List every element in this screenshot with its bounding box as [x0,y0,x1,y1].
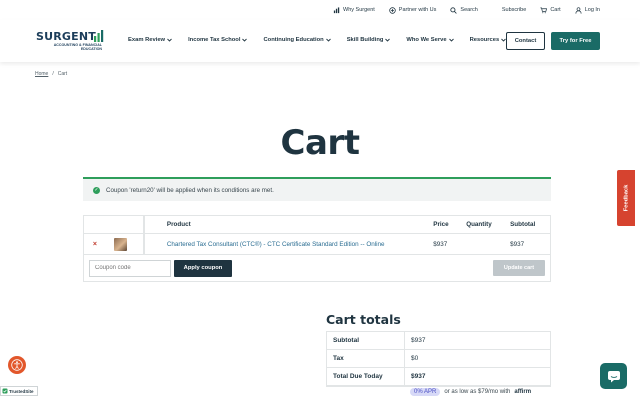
product-name-link[interactable]: Chartered Tax Consultant (CTC®) - CTC Ce… [167,241,385,248]
user-icon [575,6,582,14]
affirm-logo: affirm [514,389,532,395]
feedback-label: Feedback [623,184,629,212]
cart-actions-row: Apply coupon Update cart [84,255,550,281]
nav-exam-review[interactable]: Exam Review [128,37,172,43]
feedback-tab[interactable]: Feedback [617,170,635,226]
header-product: Product [143,216,433,233]
header-price: Price [433,221,449,228]
totals-row-total-due: Total Due Today $937 [327,368,550,386]
chevron-down-icon [242,38,248,42]
cart-link[interactable]: Cart [540,7,561,14]
affirm-apr-badge: 0% APR [410,388,441,396]
nav-resources[interactable]: Resources [470,37,507,43]
nav-income-tax-school[interactable]: Income Tax School [188,37,248,43]
shield-check-icon [2,388,8,394]
breadcrumb-current: Cart [57,71,68,77]
chat-bubble-icon [607,370,620,382]
nav-who-we-serve[interactable]: Who We Serve [406,37,454,43]
partner-link[interactable]: Partner with Us [389,6,436,14]
apply-coupon-button[interactable]: Apply coupon [174,259,232,277]
search-link[interactable]: Search [450,6,478,14]
logo-bars-icon [94,30,104,42]
main-nav: Exam Review Income Tax School Continuing… [128,37,507,43]
breadcrumb-separator: / [52,71,54,77]
trustedsite-badge[interactable]: TrustedSite [0,386,38,396]
subscribe-link[interactable]: Subscribe [502,7,526,13]
try-for-free-button[interactable]: Try for Free [551,32,600,50]
cart-totals-table: Subtotal $937 Tax $0 Total Due Today $93… [326,331,551,387]
contact-button[interactable]: Contact [506,32,545,50]
cart-icon [540,7,548,13]
accessibility-button[interactable] [8,356,26,374]
chevron-down-icon [325,38,331,42]
logo-tagline: ACCOUNTING & FINANCIAL EDUCATION [53,43,102,51]
utility-bar: Why Surgent Partner with Us Search Subsc… [0,0,640,20]
bar-chart-icon [333,6,340,13]
totals-row-tax: Tax $0 [327,350,550,368]
nav-skill-building[interactable]: Skill Building [347,37,391,43]
accessibility-icon [11,359,23,371]
chat-button[interactable] [600,363,627,389]
nav-continuing-education[interactable]: Continuing Education [263,37,331,43]
remove-item-button[interactable]: × [93,241,97,248]
check-circle-icon: ✓ [93,186,100,194]
table-header-row: Product Price Quantity Subtotal [84,216,550,234]
table-row: × Chartered Tax Consultant (CTC®) - CTC … [84,234,550,255]
plus-circle-icon [389,6,396,14]
chevron-down-icon [385,38,391,42]
cart-totals-title: Cart totals [326,312,401,327]
main-header: SURGENT ACCOUNTING & FINANCIAL EDUCATION… [0,20,640,62]
surgent-logo[interactable]: SURGENT ACCOUNTING & FINANCIAL EDUCATION [36,30,106,54]
product-thumbnail[interactable] [113,237,127,251]
cart-table: Product Price Quantity Subtotal × Charte… [83,215,551,282]
item-price: $937 [433,240,448,248]
chevron-down-icon [448,38,454,42]
totals-row-subtotal: Subtotal $937 [327,332,550,350]
chevron-down-icon [167,38,172,42]
header-subtotal: Subtotal [510,221,536,228]
item-subtotal: $937 [510,240,525,248]
coupon-code-input[interactable] [89,259,171,277]
why-surgent-link[interactable]: Why Surgent [333,6,375,14]
breadcrumb-home-link[interactable]: Home [35,71,48,77]
header-quantity: Quantity [466,221,492,228]
page-title: Cart [280,123,360,163]
notice-text: Coupon 'return20' will be applied when i… [106,186,274,194]
login-link[interactable]: Log In [575,6,600,14]
update-cart-button[interactable]: Update cart [493,260,545,276]
affirm-text: or as low as $79/mo with [444,389,511,395]
search-icon [450,6,458,14]
coupon-notice: ✓ Coupon 'return20' will be applied when… [83,177,551,201]
affirm-financing-note[interactable]: 0% APR or as low as $79/mo with affirm [410,388,531,396]
breadcrumb: Home / Cart [35,71,67,77]
